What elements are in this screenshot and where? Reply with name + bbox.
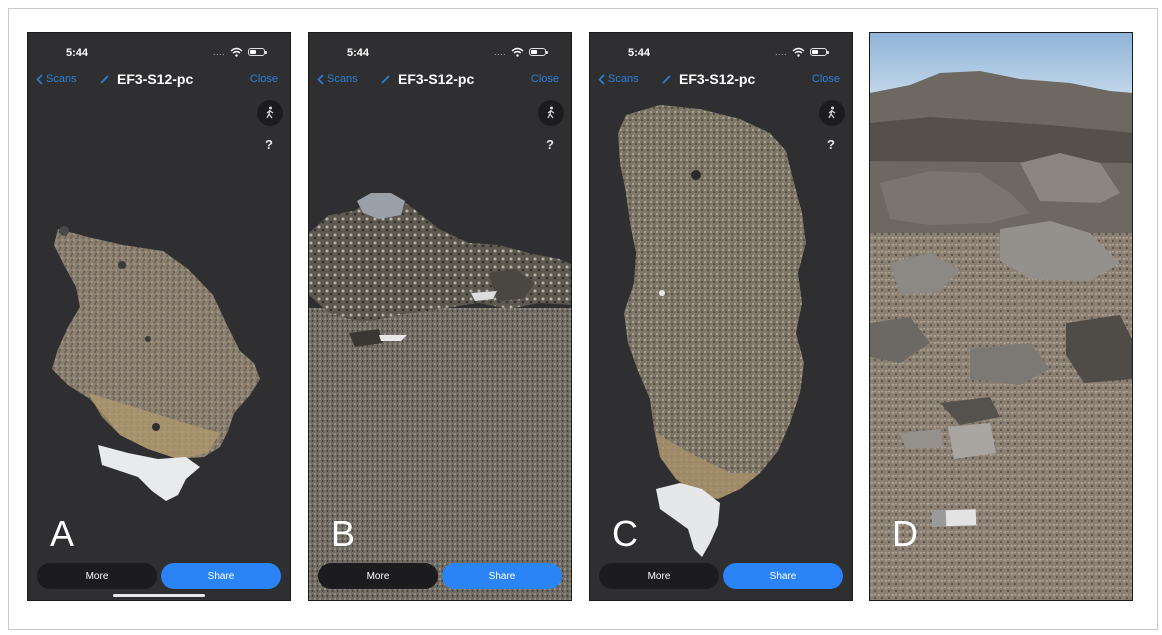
chevron-left-icon <box>317 73 324 85</box>
signal-dots: .... <box>775 47 788 57</box>
battery-icon <box>810 48 829 56</box>
panel-label: B <box>331 513 356 554</box>
chevron-left-icon <box>36 73 43 85</box>
home-indicator <box>113 594 205 597</box>
more-button[interactable]: More <box>37 563 157 589</box>
pencil-icon <box>381 75 390 84</box>
wifi-icon <box>792 47 805 57</box>
back-label: Scans <box>327 73 358 85</box>
question-mark-icon[interactable]: ? <box>827 137 835 152</box>
share-button[interactable]: Share <box>442 563 562 589</box>
close-button[interactable]: Close <box>250 73 278 85</box>
chevron-left-icon <box>598 73 605 85</box>
scan-title[interactable]: EF3-S12-pc <box>381 71 474 87</box>
walk-mode-button[interactable] <box>819 100 845 126</box>
share-button[interactable]: Share <box>161 563 281 589</box>
back-to-scans-link[interactable]: Scans <box>317 73 358 85</box>
status-time: 5:44 <box>347 47 370 59</box>
signal-dots: .... <box>494 47 507 57</box>
more-button[interactable]: More <box>599 563 719 589</box>
field-photo-d: D <box>869 32 1133 601</box>
back-label: Scans <box>608 73 639 85</box>
phone-screen-c: 5:44 .... Scans EF3-S12-pc Close ? C Mor… <box>589 32 853 601</box>
status-time: 5:44 <box>628 47 651 59</box>
question-mark-icon[interactable]: ? <box>546 137 554 152</box>
action-bar: More Share <box>37 563 281 589</box>
back-to-scans-link[interactable]: Scans <box>36 73 77 85</box>
more-button[interactable]: More <box>318 563 438 589</box>
walk-mode-button[interactable] <box>538 100 564 126</box>
panel-label: C <box>612 513 638 554</box>
action-bar: More Share <box>599 563 843 589</box>
pencil-icon <box>100 75 109 84</box>
panel-label: D <box>892 513 918 554</box>
phone-screen-b: 5:44 .... Scans EF3-S12-pc Close ? B Mor… <box>308 32 572 601</box>
scan-title-text: EF3-S12-pc <box>398 71 475 87</box>
back-label: Scans <box>46 73 77 85</box>
battery-icon <box>248 48 267 56</box>
action-bar: More Share <box>318 563 562 589</box>
battery-icon <box>529 48 548 56</box>
panel-label: A <box>50 513 75 554</box>
scan-title[interactable]: EF3-S12-pc <box>100 71 193 87</box>
walking-person-icon <box>828 106 836 119</box>
share-button[interactable]: Share <box>723 563 843 589</box>
pencil-icon <box>662 75 671 84</box>
phone-screen-a: 5:44 .... Scans EF3-S12-pc Close ? A Mor… <box>27 32 291 601</box>
scan-title-text: EF3-S12-pc <box>117 71 194 87</box>
scan-title-text: EF3-S12-pc <box>679 71 756 87</box>
close-button[interactable]: Close <box>531 73 559 85</box>
status-time: 5:44 <box>66 47 89 59</box>
back-to-scans-link[interactable]: Scans <box>598 73 639 85</box>
scan-title[interactable]: EF3-S12-pc <box>662 71 755 87</box>
walking-person-icon <box>266 106 274 119</box>
question-mark-icon[interactable]: ? <box>265 137 273 152</box>
walking-person-icon <box>547 106 555 119</box>
signal-dots: .... <box>213 47 226 57</box>
walk-mode-button[interactable] <box>257 100 283 126</box>
wifi-icon <box>511 47 524 57</box>
wifi-icon <box>230 47 243 57</box>
close-button[interactable]: Close <box>812 73 840 85</box>
